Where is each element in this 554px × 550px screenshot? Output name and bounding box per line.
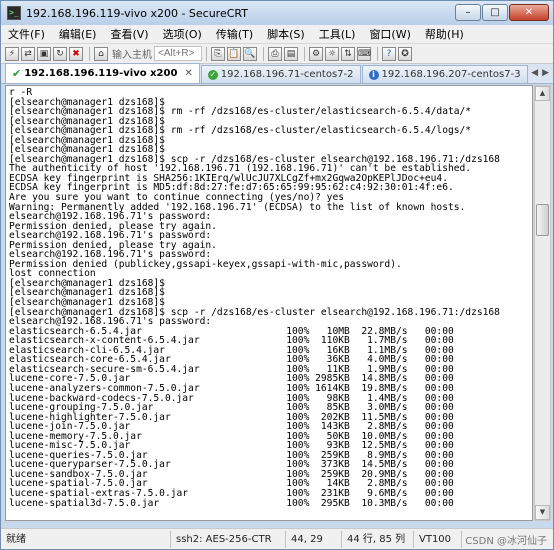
paste-icon[interactable]: 📋 — [227, 46, 241, 61]
connect-tab-icon[interactable]: ▣ — [37, 46, 51, 61]
status-protocol: ssh2: AES-256-CTR — [171, 530, 286, 548]
tab-label: 192.168.196.119-vivo x200 — [24, 68, 178, 79]
toolbar: ⚡ ⇄ ▣ ↻ ✖ ⌂ 输入主机 ⎘ 📋 🔍 ⎙ ▤ ⚙ ☼ ⇅ ⌨ ? ✪ — [1, 44, 553, 64]
toolbar-separator — [304, 46, 305, 61]
menu-edit[interactable]: 编辑(E) — [52, 25, 104, 44]
host-icon: ⌂ — [94, 46, 108, 61]
window-controls: – □ ✕ — [455, 4, 549, 21]
menu-bar: 文件(F) 编辑(E) 查看(V) 选项(O) 传输(T) 脚本(S) 工具(L… — [1, 25, 553, 44]
status-ready: 就绪 — [1, 530, 171, 548]
window-title: 192.168.196.119-vivo x200 - SecureCRT — [26, 6, 248, 20]
copy-icon[interactable]: ⎘ — [211, 46, 225, 61]
scroll-thumb[interactable] — [536, 204, 549, 236]
tab-session-vivo[interactable]: ✔ 192.168.196.119-vivo x200 ✕ — [5, 63, 200, 83]
host-input-group: ⌂ 输入主机 — [94, 46, 202, 61]
securecrt-app-icon: >_ — [7, 6, 21, 20]
toolbar-separator — [377, 46, 378, 61]
toolbar-separator — [206, 46, 207, 61]
scroll-down-icon[interactable]: ▼ — [535, 505, 550, 520]
print-icon[interactable]: ⎙ — [268, 46, 282, 61]
tab-scroll-left-icon[interactable]: ◀ — [531, 68, 538, 78]
maximize-button[interactable]: □ — [482, 4, 508, 21]
host-input[interactable] — [154, 46, 202, 61]
menu-view[interactable]: 查看(V) — [103, 25, 155, 44]
close-tab-icon[interactable]: ✕ — [184, 68, 192, 79]
status-terminal-type: VT100 — [414, 530, 462, 548]
terminal-scrollbar[interactable]: ▲ ▼ — [534, 85, 551, 521]
session-tab-bar: ✔ 192.168.196.119-vivo x200 ✕ ✓ 192.168.… — [1, 63, 553, 84]
watermark: CSDN @冰河仙子 — [465, 536, 547, 547]
reconnect-icon[interactable]: ↻ — [53, 46, 67, 61]
connected-status-icon: ✓ — [207, 69, 218, 80]
keymap-icon[interactable]: ⌨ — [357, 46, 371, 61]
securecrt-window: >_ 192.168.196.119-vivo x200 - SecureCRT… — [0, 0, 554, 550]
tab-label: 192.168.196.71-centos7-2 — [220, 69, 354, 80]
quick-connect-icon[interactable]: ⇄ — [21, 46, 35, 61]
host-input-label: 输入主机 — [112, 50, 152, 61]
status-dimensions: 44 行, 85 列 — [342, 530, 414, 548]
find-icon[interactable]: 🔍 — [243, 46, 257, 61]
menu-options[interactable]: 选项(O) — [156, 25, 209, 44]
menu-file[interactable]: 文件(F) — [1, 25, 52, 44]
toolbar-separator — [263, 46, 264, 61]
title-bar[interactable]: >_ 192.168.196.119-vivo x200 - SecureCRT… — [1, 1, 553, 25]
menu-transfer[interactable]: 传输(T) — [209, 25, 260, 44]
terminal-output[interactable]: r -R [elsearch@manager1 dzs168]$ [elsear… — [5, 85, 533, 521]
tab-label: 192.168.196.207-centos7-3 — [381, 69, 521, 80]
tab-session-centos7-3[interactable]: i 192.168.196.207-centos7-3 — [361, 65, 528, 83]
session-info-icon: i — [368, 69, 379, 80]
connected-check-icon: ✔ — [12, 67, 22, 80]
session-options-icon[interactable]: ⚙ — [309, 46, 323, 61]
status-bar: 就绪 ssh2: AES-256-CTR 44, 29 44 行, 85 列 V… — [1, 528, 553, 549]
menu-help[interactable]: 帮助(H) — [418, 25, 471, 44]
status-cursor-position: 44, 29 — [286, 530, 342, 548]
tab-scroll-right-icon[interactable]: ▶ — [542, 68, 549, 78]
sftp-icon[interactable]: ⇅ — [341, 46, 355, 61]
scroll-up-icon[interactable]: ▲ — [535, 86, 550, 101]
disconnect-icon[interactable]: ✖ — [69, 46, 83, 61]
about-icon[interactable]: ✪ — [398, 46, 412, 61]
toolbar-separator — [89, 46, 90, 61]
tab-scroll-nav: ◀ ▶ — [531, 68, 549, 78]
terminal-text: r -R [elsearch@manager1 dzs168]$ [elsear… — [9, 87, 500, 509]
menu-script[interactable]: 脚本(S) — [260, 25, 312, 44]
printer-setup-icon[interactable]: ▤ — [284, 46, 298, 61]
menu-tools[interactable]: 工具(L) — [312, 25, 363, 44]
help-icon[interactable]: ? — [382, 46, 396, 61]
global-options-icon[interactable]: ☼ — [325, 46, 339, 61]
close-button[interactable]: ✕ — [509, 4, 549, 21]
menu-window[interactable]: 窗口(W) — [362, 25, 417, 44]
connect-icon[interactable]: ⚡ — [5, 46, 19, 61]
minimize-button[interactable]: – — [455, 4, 481, 21]
tab-session-centos7-2[interactable]: ✓ 192.168.196.71-centos7-2 — [200, 65, 361, 83]
